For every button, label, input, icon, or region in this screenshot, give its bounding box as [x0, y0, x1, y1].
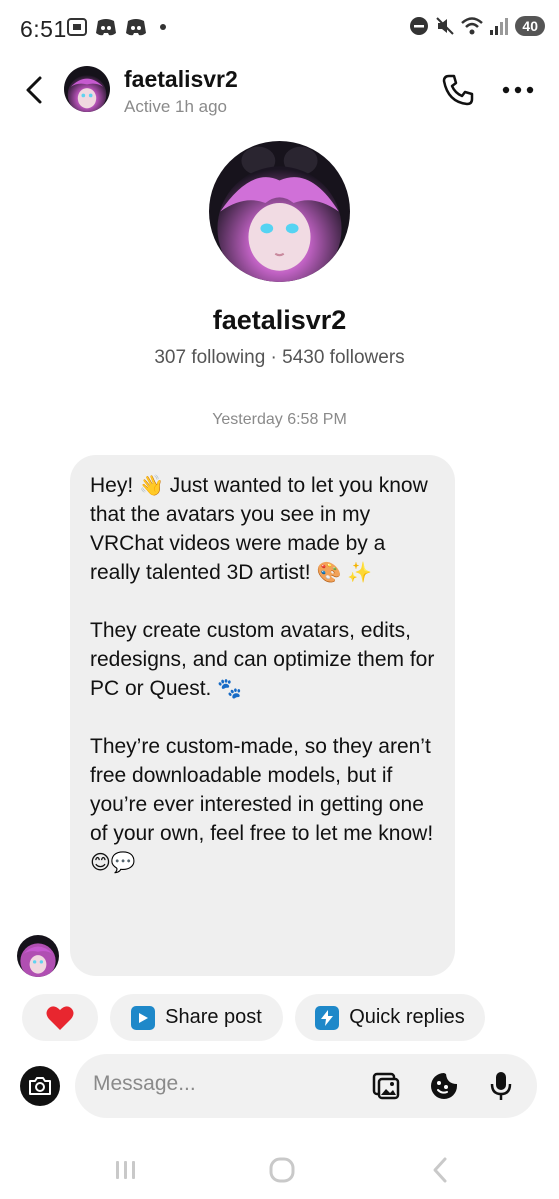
profile-avatar[interactable] — [209, 141, 350, 282]
more-horizontal-icon — [502, 86, 534, 94]
lightning-icon — [315, 1005, 340, 1030]
home-button[interactable] — [262, 1150, 302, 1190]
chat-header: faetalisvr2 Active 1h ago — [0, 60, 559, 120]
message-input[interactable] — [93, 1072, 343, 1096]
sticker-icon — [431, 1073, 457, 1099]
quick-replies-chip[interactable]: Quick replies — [295, 994, 485, 1041]
wifi-icon — [461, 17, 484, 35]
recent-apps-button[interactable] — [106, 1150, 146, 1190]
back-nav-button[interactable] — [420, 1150, 460, 1190]
home-icon — [269, 1157, 295, 1183]
play-icon — [131, 1005, 156, 1030]
notification-icons — [66, 16, 166, 38]
status-bar: 6:51 40 — [0, 0, 559, 58]
recent-apps-icon — [116, 1161, 135, 1179]
waving-hand-emoji: 👋 — [139, 475, 164, 497]
message-text: Hey! — [90, 474, 140, 497]
system-navigation-bar — [0, 1140, 559, 1199]
signal-icon — [490, 18, 509, 35]
do-not-disturb-icon — [410, 17, 429, 35]
message-bubble[interactable]: Hey! 👋 Just wanted to let you know that … — [70, 455, 455, 976]
message-paragraph-1: Hey! 👋 Just wanted to let you know that … — [90, 471, 435, 587]
mute-icon — [436, 17, 455, 35]
quick-replies-label: Quick replies — [349, 1006, 465, 1028]
voice-message-button[interactable] — [485, 1070, 517, 1102]
sender-avatar[interactable] — [17, 935, 59, 977]
message-paragraph-3: They’re custom-made, so they aren’t free… — [90, 732, 435, 877]
message-timestamp: Yesterday 6:58 PM — [212, 411, 347, 428]
heart-icon — [46, 1005, 74, 1030]
gallery-button[interactable] — [370, 1070, 402, 1102]
header-username[interactable]: faetalisvr2 — [124, 66, 238, 93]
avatar-image — [17, 935, 59, 977]
more-options-button[interactable] — [498, 72, 538, 108]
discord-icon — [126, 19, 146, 36]
speech-bubble-emoji: 💬 — [110, 852, 136, 874]
voice-call-button[interactable] — [440, 72, 476, 108]
camera-icon — [29, 1077, 51, 1095]
avatar-image — [209, 141, 350, 282]
camera-button[interactable] — [20, 1066, 60, 1106]
back-button[interactable] — [18, 72, 50, 108]
sticker-button[interactable] — [428, 1070, 460, 1102]
active-status: Active 1h ago — [124, 97, 228, 116]
sparkles-emoji: ✨ — [347, 562, 373, 584]
like-chip[interactable] — [22, 994, 98, 1041]
profile-stats: 307 following · 5430 followers — [154, 347, 405, 368]
chevron-left-icon — [433, 1157, 447, 1183]
share-post-label: Share post — [165, 1006, 262, 1028]
paw-prints-emoji: 🐾 — [217, 678, 243, 700]
discord-icon — [96, 19, 116, 36]
battery-indicator: 40 — [515, 16, 545, 36]
microphone-icon — [490, 1072, 512, 1100]
screenshot-icon — [67, 18, 87, 36]
share-post-chip[interactable]: Share post — [110, 994, 283, 1041]
header-avatar[interactable] — [64, 66, 110, 112]
chevron-left-icon — [26, 76, 42, 104]
message-composer — [75, 1054, 537, 1118]
status-time: 6:51 — [20, 16, 67, 42]
system-icons: 40 — [409, 16, 545, 36]
more-notifications-dot-icon — [160, 24, 166, 30]
phone-icon — [442, 74, 474, 106]
profile-username: faetalisvr2 — [212, 305, 347, 335]
gallery-icon — [372, 1072, 400, 1100]
message-text: They create custom avatars, edits, redes… — [90, 619, 435, 700]
palette-emoji: 🎨 — [316, 562, 342, 584]
message-paragraph-2: They create custom avatars, edits, redes… — [90, 616, 435, 703]
message-text: They’re custom-made, so they aren’t free… — [90, 735, 434, 845]
smiling-face-emoji: 😊 — [90, 852, 111, 874]
avatar-image — [64, 66, 110, 112]
